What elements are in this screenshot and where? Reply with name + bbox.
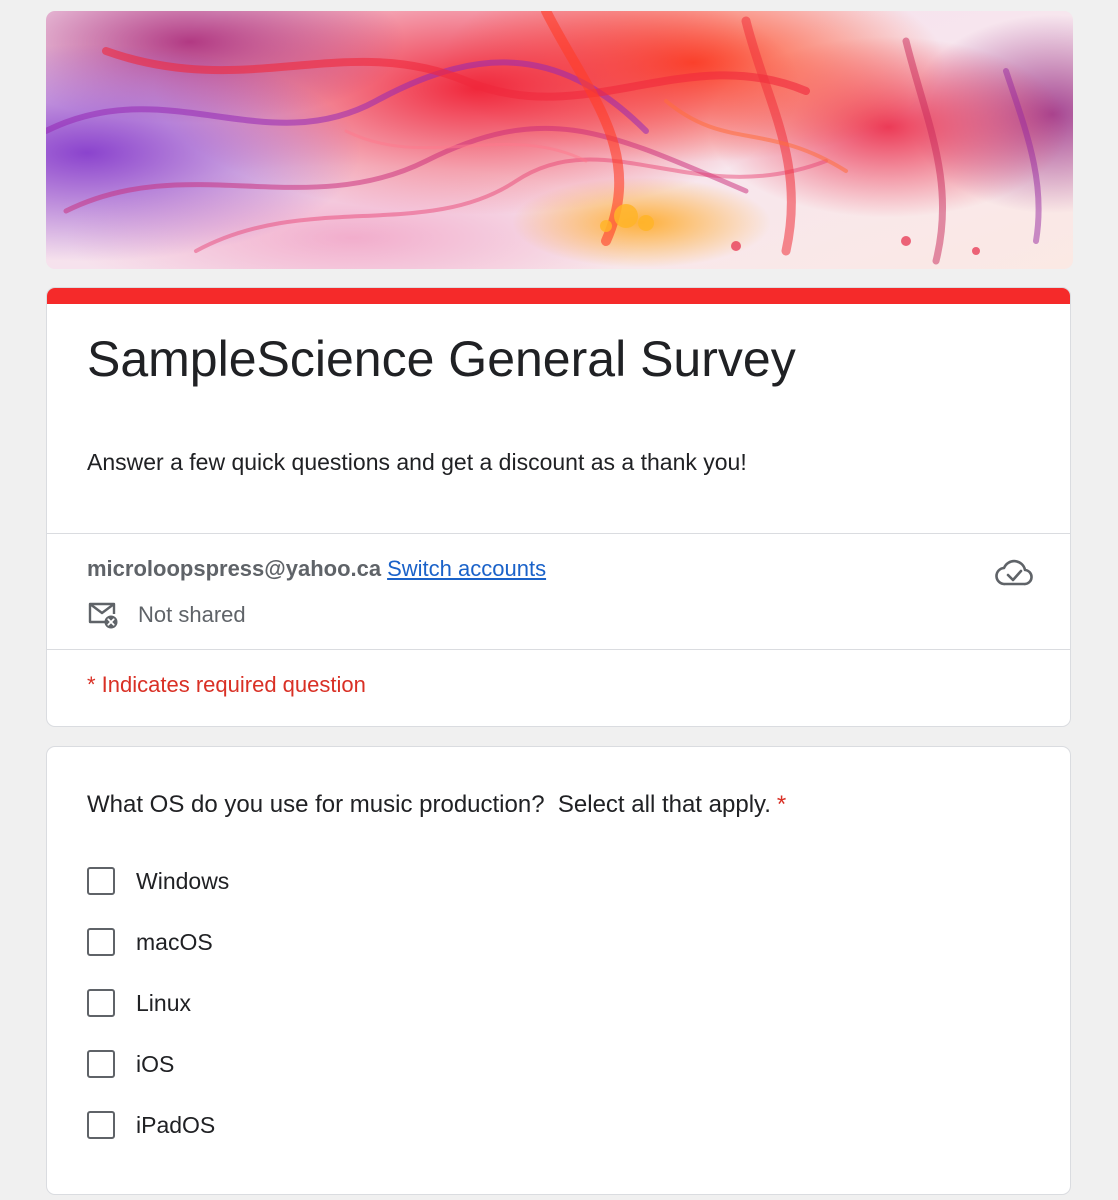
option-linux[interactable]: Linux — [87, 987, 191, 1019]
sharing-status-label: Not shared — [138, 602, 246, 627]
theme-accent-bar — [47, 288, 1070, 304]
option-label: iPadOS — [136, 1111, 216, 1138]
email-sharing-status: Not shared — [87, 600, 246, 630]
option-ios[interactable]: iOS — [87, 1048, 174, 1080]
header-banner-image — [46, 11, 1073, 269]
question-title: What OS do you use for music production?… — [87, 791, 786, 819]
option-label: iOS — [136, 1050, 175, 1077]
ink-splash-artwork — [46, 11, 1042, 265]
section-divider — [47, 649, 1070, 650]
checkbox[interactable] — [87, 989, 115, 1017]
option-macos[interactable]: macOS — [87, 926, 213, 958]
required-asterisk: * — [776, 791, 787, 818]
option-windows[interactable]: Windows — [87, 865, 229, 897]
form-title: SampleScience General Survey — [87, 331, 796, 387]
checkbox[interactable] — [87, 1111, 115, 1139]
option-label: macOS — [136, 928, 213, 955]
cloud-done-icon — [995, 558, 1033, 588]
question-card: What OS do you use for music production?… — [46, 746, 1071, 1195]
section-divider — [47, 533, 1070, 534]
required-question-note: * Indicates required question — [87, 672, 366, 697]
option-ipados[interactable]: iPadOS — [87, 1109, 215, 1141]
form-description: Answer a few quick questions and get a d… — [87, 449, 747, 475]
checkbox[interactable] — [87, 1050, 115, 1078]
question-text: What OS do you use for music production?… — [87, 791, 771, 818]
account-email: microloopspress@yahoo.ca — [87, 556, 382, 581]
option-label: Linux — [136, 989, 191, 1016]
form-header-card: SampleScience General Survey Answer a fe… — [46, 287, 1071, 727]
checkbox[interactable] — [87, 867, 115, 895]
option-label: Windows — [136, 867, 230, 894]
mail-not-shared-icon — [87, 600, 119, 630]
checkbox[interactable] — [87, 928, 115, 956]
account-info: microloopspress@yahoo.ca Switch accounts — [87, 556, 546, 582]
switch-accounts-link[interactable]: Switch accounts — [387, 556, 546, 581]
